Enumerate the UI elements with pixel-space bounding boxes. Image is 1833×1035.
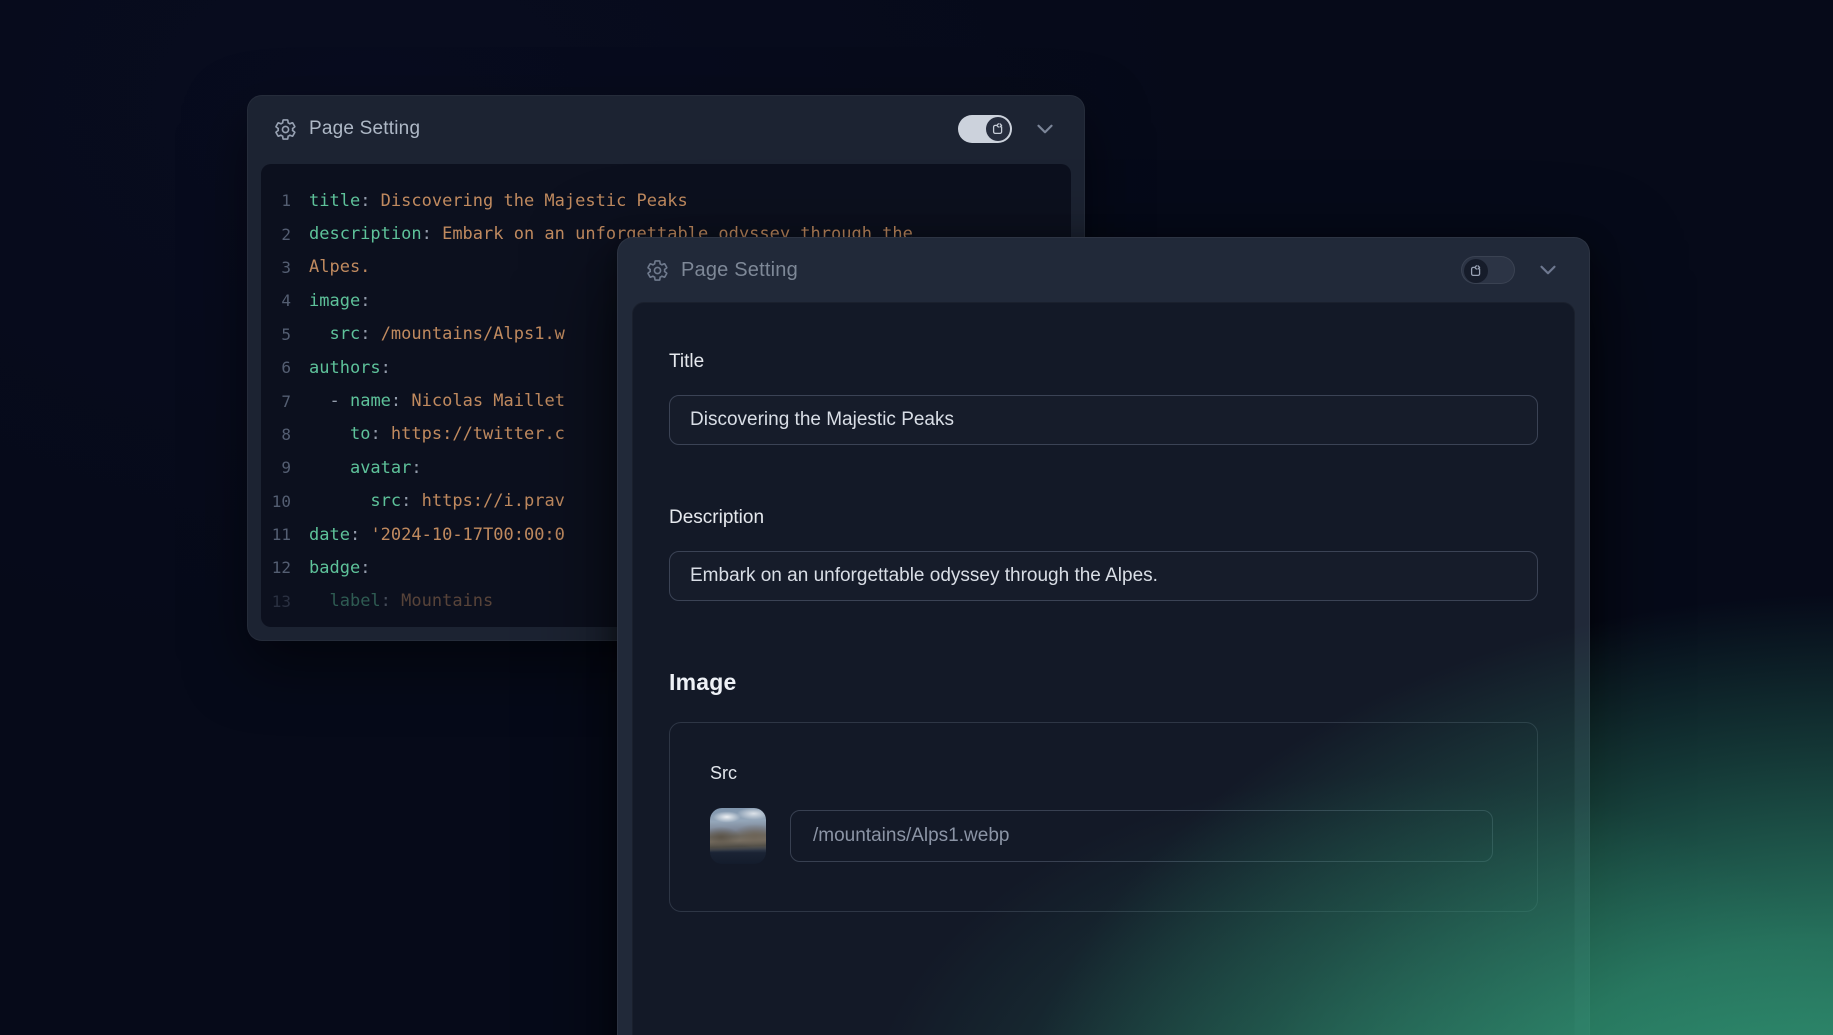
line-number: 12 (261, 558, 309, 577)
line-number: 9 (261, 458, 309, 477)
form-panel-header: Page Setting (618, 238, 1589, 302)
chevron-down-icon[interactable] (1032, 116, 1058, 142)
line-number: 3 (261, 258, 309, 277)
line-number: 1 (261, 191, 309, 210)
line-text: image: (309, 291, 370, 311)
line-text: date: '2024-10-17T00:00:0 (309, 525, 565, 545)
form-body: Title Description Image Src (632, 302, 1575, 1035)
line-number: 13 (261, 592, 309, 611)
line-text: src: https://i.prav (309, 491, 565, 511)
src-label: Src (710, 763, 1493, 784)
toggle-knob (986, 117, 1010, 141)
code-block-icon (990, 121, 1006, 137)
title-label: Title (669, 351, 1538, 373)
image-card: Src (669, 722, 1538, 912)
code-block-icon (1468, 263, 1484, 279)
gear-icon (274, 118, 297, 141)
line-text: avatar: (309, 458, 422, 478)
image-section-heading: Image (669, 669, 1538, 696)
code-view-toggle[interactable] (1461, 256, 1515, 284)
description-label: Description (669, 507, 1538, 529)
line-text: badge: (309, 558, 370, 578)
description-input[interactable] (669, 551, 1538, 601)
line-text: src: /mountains/Alps1.w (309, 324, 565, 344)
panel-title: Page Setting (309, 118, 420, 140)
screenshot-stage: Page Setting 1title: Discovering the Maj… (0, 0, 1833, 1035)
line-number: 6 (261, 358, 309, 377)
code-line: 1title: Discovering the Majestic Peaks (261, 184, 1071, 217)
image-src-input[interactable] (790, 810, 1493, 862)
code-view-toggle[interactable] (958, 115, 1012, 143)
line-text: Alpes. (309, 257, 370, 277)
line-text: label: Mountains (309, 591, 493, 611)
src-row (710, 808, 1493, 864)
line-number: 8 (261, 425, 309, 444)
mountain-thumbnail-image (710, 808, 766, 864)
line-text: title: Discovering the Majestic Peaks (309, 191, 688, 211)
title-input[interactable] (669, 395, 1538, 445)
line-text: - name: Nicolas Maillet (309, 391, 565, 411)
panel-title: Page Setting (681, 259, 798, 282)
line-number: 5 (261, 325, 309, 344)
toggle-knob (1464, 259, 1488, 283)
line-number: 7 (261, 392, 309, 411)
chevron-down-icon[interactable] (1535, 257, 1561, 283)
line-number: 2 (261, 225, 309, 244)
line-number: 4 (261, 291, 309, 310)
gear-icon (646, 259, 669, 282)
line-number: 11 (261, 525, 309, 544)
line-text: to: https://twitter.c (309, 424, 565, 444)
line-text: authors: (309, 358, 391, 378)
code-panel-header: Page Setting (248, 96, 1084, 162)
page-setting-form-panel: Page Setting Title Description Image (617, 237, 1590, 1035)
line-number: 10 (261, 492, 309, 511)
